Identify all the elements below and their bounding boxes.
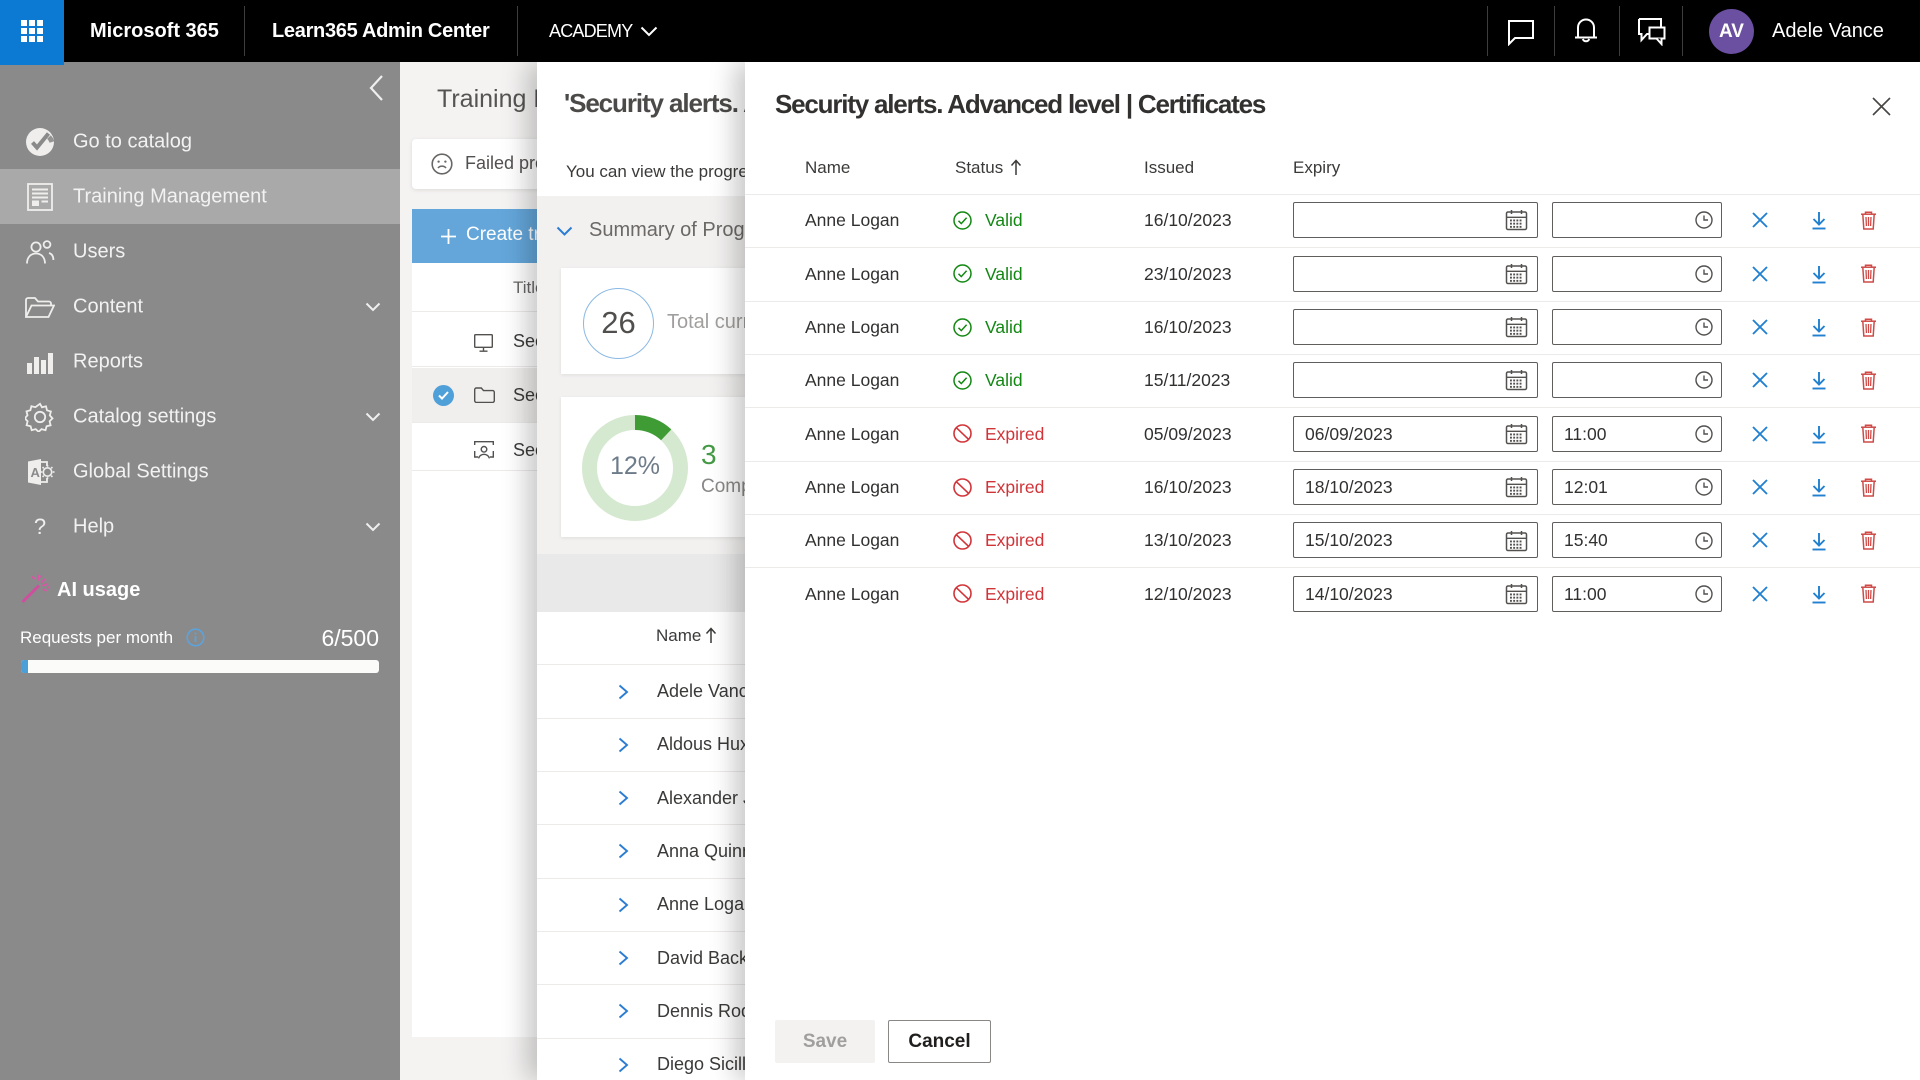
svg-text:A: A bbox=[31, 465, 41, 480]
